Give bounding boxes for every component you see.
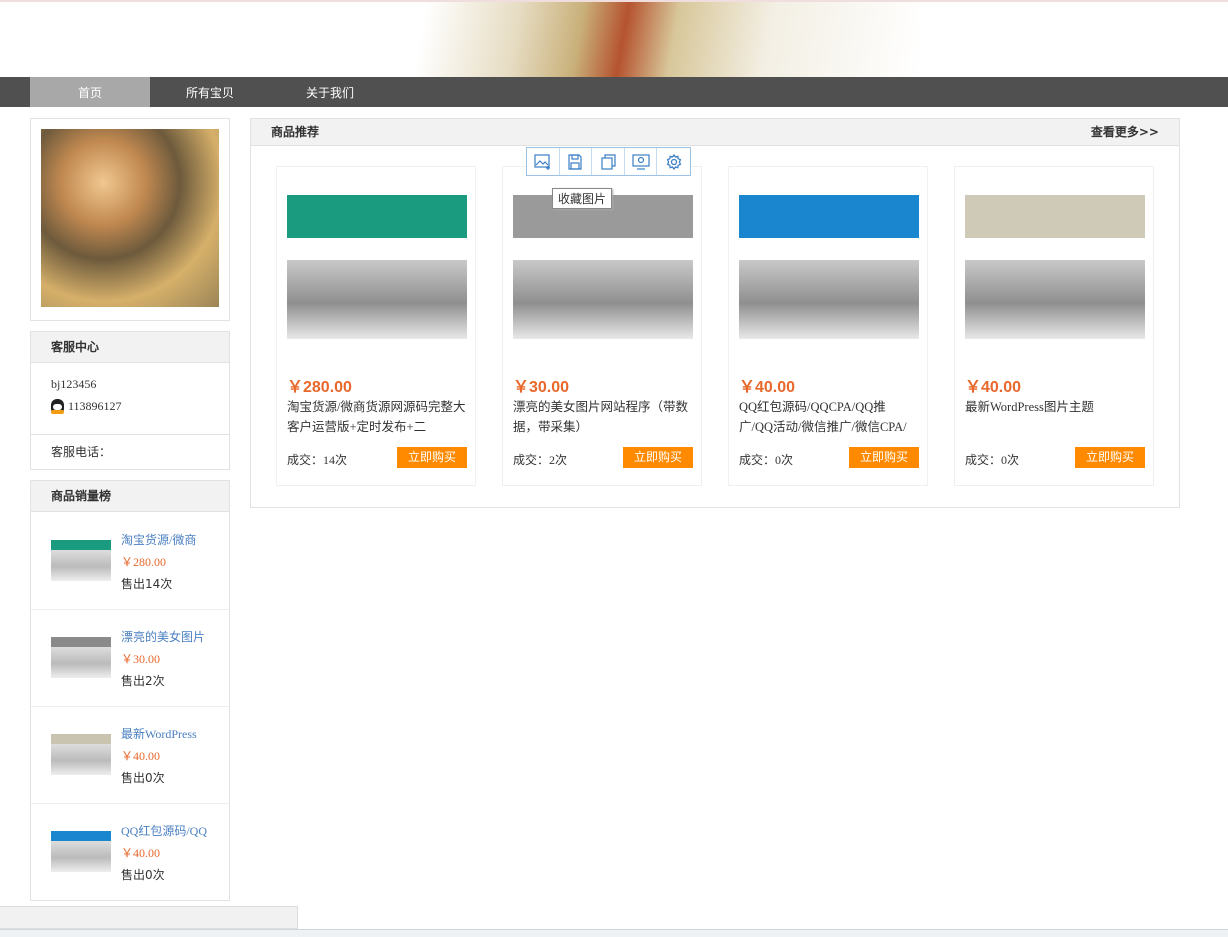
- buy-now-button[interactable]: 立即购买: [849, 447, 919, 468]
- ranking-sold: 售出0次: [121, 771, 165, 785]
- product-title[interactable]: 漂亮的美女图片网站程序（带数据，带采集）: [513, 397, 693, 437]
- product-price: ￥40.00: [739, 379, 796, 396]
- product-image[interactable]: [965, 195, 1145, 339]
- service-center-title: 客服中心: [31, 332, 229, 363]
- service-phone-label: 客服电话：: [31, 434, 229, 468]
- product-card: ￥40.00 最新WordPress图片主题 成交：0次 立即购买: [954, 166, 1154, 486]
- product-image[interactable]: [287, 195, 467, 339]
- ranking-title[interactable]: 漂亮的美女图片: [121, 628, 205, 645]
- product-card: ￥40.00 QQ红包源码/QQCPA/QQ推广/QQ活动/微信推广/微信CPA…: [728, 166, 928, 486]
- ranking-sold: 售出0次: [121, 868, 165, 882]
- buy-now-button[interactable]: 立即购买: [1075, 447, 1145, 468]
- product-title[interactable]: QQ红包源码/QQCPA/QQ推广/QQ活动/微信推广/微信CPA/微: [739, 397, 919, 437]
- product-sold: 成交：2次: [513, 453, 568, 467]
- ranking-title[interactable]: QQ红包源码/QQ: [121, 822, 207, 839]
- product-card: ￥30.00 漂亮的美女图片网站程序（带数据，带采集） 成交：2次 立即购买: [502, 166, 702, 486]
- ranking-sold: 售出14次: [121, 577, 173, 591]
- nav-all-products[interactable]: 所有宝贝: [150, 77, 270, 107]
- ranking-price: ￥280.00: [121, 555, 167, 569]
- product-price: ￥40.00: [965, 379, 1022, 396]
- recommend-title: 商品推荐: [271, 125, 320, 139]
- main-nav: 首页 所有宝贝 关于我们: [0, 77, 1228, 107]
- recommend-header: 商品推荐 查看更多>>: [251, 119, 1179, 146]
- screenshot-icon[interactable]: [625, 148, 658, 175]
- product-price: ￥280.00: [287, 379, 352, 396]
- product-sold: 成交：14次: [287, 453, 348, 467]
- product-sold: 成交：0次: [739, 453, 794, 467]
- add-image-icon[interactable]: [527, 148, 560, 175]
- bottom-tab[interactable]: [0, 906, 298, 929]
- ranking-title[interactable]: 淘宝货源/微商: [121, 531, 196, 548]
- tooltip-save-image: 收藏图片: [552, 188, 613, 209]
- service-qq[interactable]: 113896127: [51, 399, 122, 414]
- sales-ranking-title: 商品销量榜: [31, 481, 229, 512]
- ranking-item[interactable]: 漂亮的美女图片 ￥30.00 售出2次: [31, 610, 229, 707]
- settings-icon[interactable]: [657, 148, 690, 175]
- buy-now-button[interactable]: 立即购买: [397, 447, 467, 468]
- header-banner: [0, 0, 1228, 77]
- ranking-thumbnail[interactable]: [51, 630, 111, 678]
- shop-avatar: [41, 129, 219, 307]
- ranking-item[interactable]: 最新WordPress ￥40.00 售出0次: [31, 707, 229, 804]
- ranking-title[interactable]: 最新WordPress: [121, 725, 197, 742]
- product-image[interactable]: [739, 195, 919, 339]
- ranking-item[interactable]: QQ红包源码/QQ ￥40.00 售出0次: [31, 804, 229, 901]
- nav-home[interactable]: 首页: [30, 77, 150, 107]
- qq-number: 113896127: [68, 399, 122, 413]
- ranking-thumbnail[interactable]: [51, 533, 111, 581]
- ranking-thumbnail[interactable]: [51, 727, 111, 775]
- image-toolbar: [526, 147, 691, 176]
- ranking-thumbnail[interactable]: [51, 824, 111, 872]
- product-title[interactable]: 最新WordPress图片主题: [965, 397, 1145, 437]
- sales-ranking: 商品销量榜 淘宝货源/微商 ￥280.00 售出14次 漂亮的美女图片 ￥30.…: [30, 480, 230, 901]
- product-sold: 成交：0次: [965, 453, 1020, 467]
- shop-avatar-box: [30, 118, 230, 321]
- product-title[interactable]: 淘宝货源/微商货源网源码完整大客户运营版+定时发布+二: [287, 397, 467, 437]
- see-more-link[interactable]: 查看更多>>: [1091, 119, 1159, 146]
- banner-artwork: [300, 2, 920, 77]
- product-image[interactable]: [513, 195, 693, 339]
- copy-icon[interactable]: [592, 148, 625, 175]
- qq-penguin-icon: [51, 399, 64, 414]
- ranking-price: ￥40.00: [121, 749, 161, 763]
- service-account: bj123456: [51, 377, 97, 391]
- save-icon[interactable]: [560, 148, 593, 175]
- nav-about-us[interactable]: 关于我们: [270, 77, 390, 107]
- product-card: ￥280.00 淘宝货源/微商货源网源码完整大客户运营版+定时发布+二 成交：1…: [276, 166, 476, 486]
- ranking-item[interactable]: 淘宝货源/微商 ￥280.00 售出14次: [31, 513, 229, 610]
- product-price: ￥30.00: [513, 379, 570, 396]
- buy-now-button[interactable]: 立即购买: [623, 447, 693, 468]
- ranking-sold: 售出2次: [121, 674, 165, 688]
- ranking-price: ￥30.00: [121, 652, 161, 666]
- status-bar: [0, 929, 1228, 937]
- service-center: 客服中心 bj123456 113896127 客服电话：: [30, 331, 230, 470]
- ranking-price: ￥40.00: [121, 846, 161, 860]
